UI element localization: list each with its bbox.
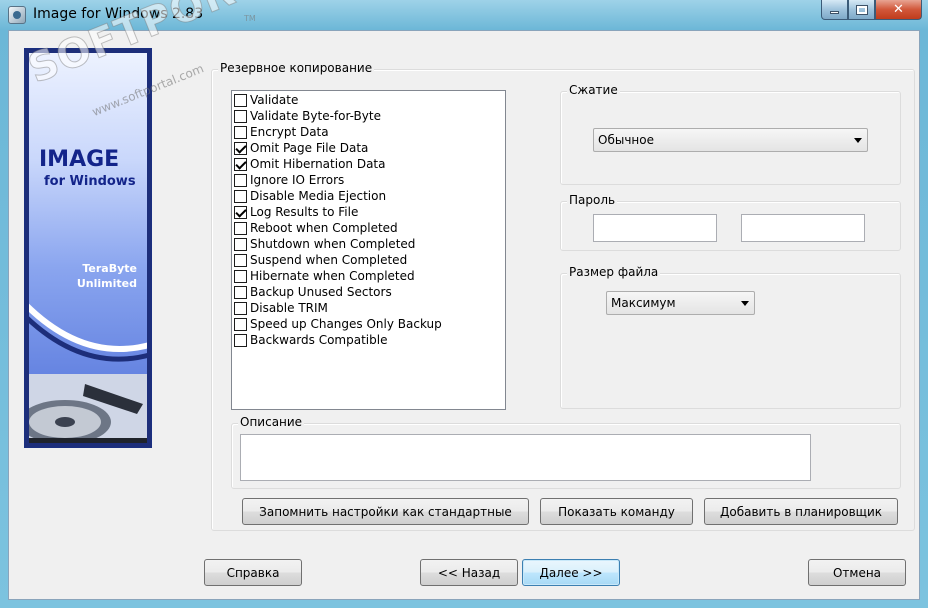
option-checkbox[interactable] — [234, 333, 247, 347]
option-label: Encrypt Data — [250, 125, 329, 139]
banner-company: TeraByte Unlimited — [77, 261, 137, 291]
option-label: Disable TRIM — [250, 301, 328, 315]
option-label: Omit Hibernation Data — [250, 157, 386, 171]
backup-option-item[interactable]: Encrypt Data — [234, 124, 329, 140]
option-checkbox[interactable] — [234, 317, 247, 331]
save-defaults-button[interactable]: Запомнить настройки как стандартные — [242, 498, 529, 525]
password-field[interactable] — [593, 214, 717, 242]
option-checkbox[interactable] — [234, 109, 247, 123]
hard-disk-image — [25, 374, 151, 447]
close-icon: ✕ — [893, 2, 904, 17]
minimize-icon — [830, 11, 839, 14]
cancel-button[interactable]: Отмена — [808, 559, 906, 586]
option-label: Speed up Changes Only Backup — [250, 317, 442, 331]
compression-dropdown[interactable]: Обычное — [593, 128, 868, 152]
backup-group-label: Резервное копирование — [218, 61, 375, 75]
option-label: Reboot when Completed — [250, 221, 398, 235]
close-button[interactable]: ✕ — [875, 0, 922, 20]
chevron-down-icon — [741, 301, 749, 306]
option-label: Omit Page File Data — [250, 141, 369, 155]
banner-company-line2: Unlimited — [76, 277, 137, 290]
product-banner: IMAGE for Windows TeraByte Unlimited — [24, 48, 152, 448]
option-checkbox[interactable] — [234, 253, 247, 267]
backup-options-list[interactable]: Validate Validate Byte-for-Byte Encrypt Da… — [231, 90, 506, 410]
file-size-label: Размер файла — [567, 265, 661, 279]
backup-option-item[interactable]: Ignore IO Errors — [234, 172, 344, 188]
option-label: Hibernate when Completed — [250, 269, 415, 283]
option-label: Disable Media Ejection — [250, 189, 387, 203]
backup-option-item[interactable]: Shutdown when Completed — [234, 236, 415, 252]
option-checkbox[interactable] — [234, 93, 247, 107]
description-label: Описание — [238, 415, 305, 429]
option-label: Shutdown when Completed — [250, 237, 416, 251]
backup-option-item[interactable]: Hibernate when Completed — [234, 268, 415, 284]
banner-subtitle: for Windows — [44, 174, 136, 189]
title-bar[interactable]: Image for Windows 2.83 ✕ — [0, 0, 928, 30]
backup-option-item[interactable]: Validate — [234, 92, 298, 108]
option-label: Suspend when Completed — [250, 253, 408, 267]
option-checkbox[interactable] — [234, 221, 247, 235]
next-button[interactable]: Далее >> — [522, 559, 620, 586]
window-title: Image for Windows 2.83 — [33, 6, 204, 22]
backup-option-item[interactable]: Log Results to File — [234, 204, 358, 220]
option-label: Ignore IO Errors — [250, 173, 345, 187]
option-label: Validate Byte-for-Byte — [250, 109, 381, 123]
option-label: Validate — [250, 93, 299, 107]
backup-option-item[interactable]: Omit Hibernation Data — [234, 156, 385, 172]
option-label: Backup Unused Sectors — [250, 285, 392, 299]
description-field[interactable] — [240, 434, 811, 481]
app-window: Image for Windows 2.83 ✕ IMAGE for Windo… — [0, 0, 928, 608]
option-checkbox[interactable] — [234, 237, 247, 251]
backup-option-item[interactable]: Speed up Changes Only Backup — [234, 316, 442, 332]
caption-buttons: ✕ — [821, 0, 922, 20]
backup-option-item[interactable]: Validate Byte-for-Byte — [234, 108, 381, 124]
compression-label: Сжатие — [567, 83, 620, 97]
option-label: Backwards Compatible — [250, 333, 388, 347]
option-label: Log Results to File — [250, 205, 359, 219]
password-label: Пароль — [567, 193, 618, 207]
backup-option-item[interactable]: Backwards Compatible — [234, 332, 387, 348]
option-checkbox[interactable] — [234, 269, 247, 283]
help-button[interactable]: Справка — [204, 559, 302, 586]
option-checkbox[interactable] — [234, 205, 247, 219]
option-checkbox[interactable] — [234, 301, 247, 315]
password-confirm-field[interactable] — [741, 214, 865, 242]
option-checkbox[interactable] — [234, 285, 247, 299]
backup-option-item[interactable]: Disable TRIM — [234, 300, 328, 316]
backup-option-item[interactable]: Omit Page File Data — [234, 140, 368, 156]
backup-option-item[interactable]: Reboot when Completed — [234, 220, 398, 236]
option-checkbox[interactable] — [234, 141, 247, 155]
file-size-dropdown[interactable]: Максимум — [606, 291, 755, 315]
file-size-value: Максимум — [611, 296, 676, 310]
show-command-button[interactable]: Показать команду — [540, 498, 693, 525]
option-checkbox[interactable] — [234, 173, 247, 187]
add-scheduler-button[interactable]: Добавить в планировщик — [704, 498, 898, 525]
option-checkbox[interactable] — [234, 125, 247, 139]
option-checkbox[interactable] — [234, 189, 247, 203]
backup-option-item[interactable]: Suspend when Completed — [234, 252, 407, 268]
back-button[interactable]: << Назад — [420, 559, 518, 586]
maximize-button[interactable] — [848, 0, 875, 20]
compression-value: Обычное — [598, 133, 654, 147]
banner-title: IMAGE — [39, 147, 120, 172]
app-icon[interactable] — [8, 6, 26, 24]
minimize-button[interactable] — [821, 0, 848, 20]
backup-option-item[interactable]: Backup Unused Sectors — [234, 284, 392, 300]
chevron-down-icon — [854, 138, 862, 143]
backup-option-item[interactable]: Disable Media Ejection — [234, 188, 386, 204]
option-checkbox[interactable] — [234, 157, 247, 171]
maximize-icon — [855, 4, 868, 15]
dialog-client-area: IMAGE for Windows TeraByte Unlimited Рез… — [8, 30, 920, 600]
banner-company-line1: TeraByte — [82, 262, 137, 275]
